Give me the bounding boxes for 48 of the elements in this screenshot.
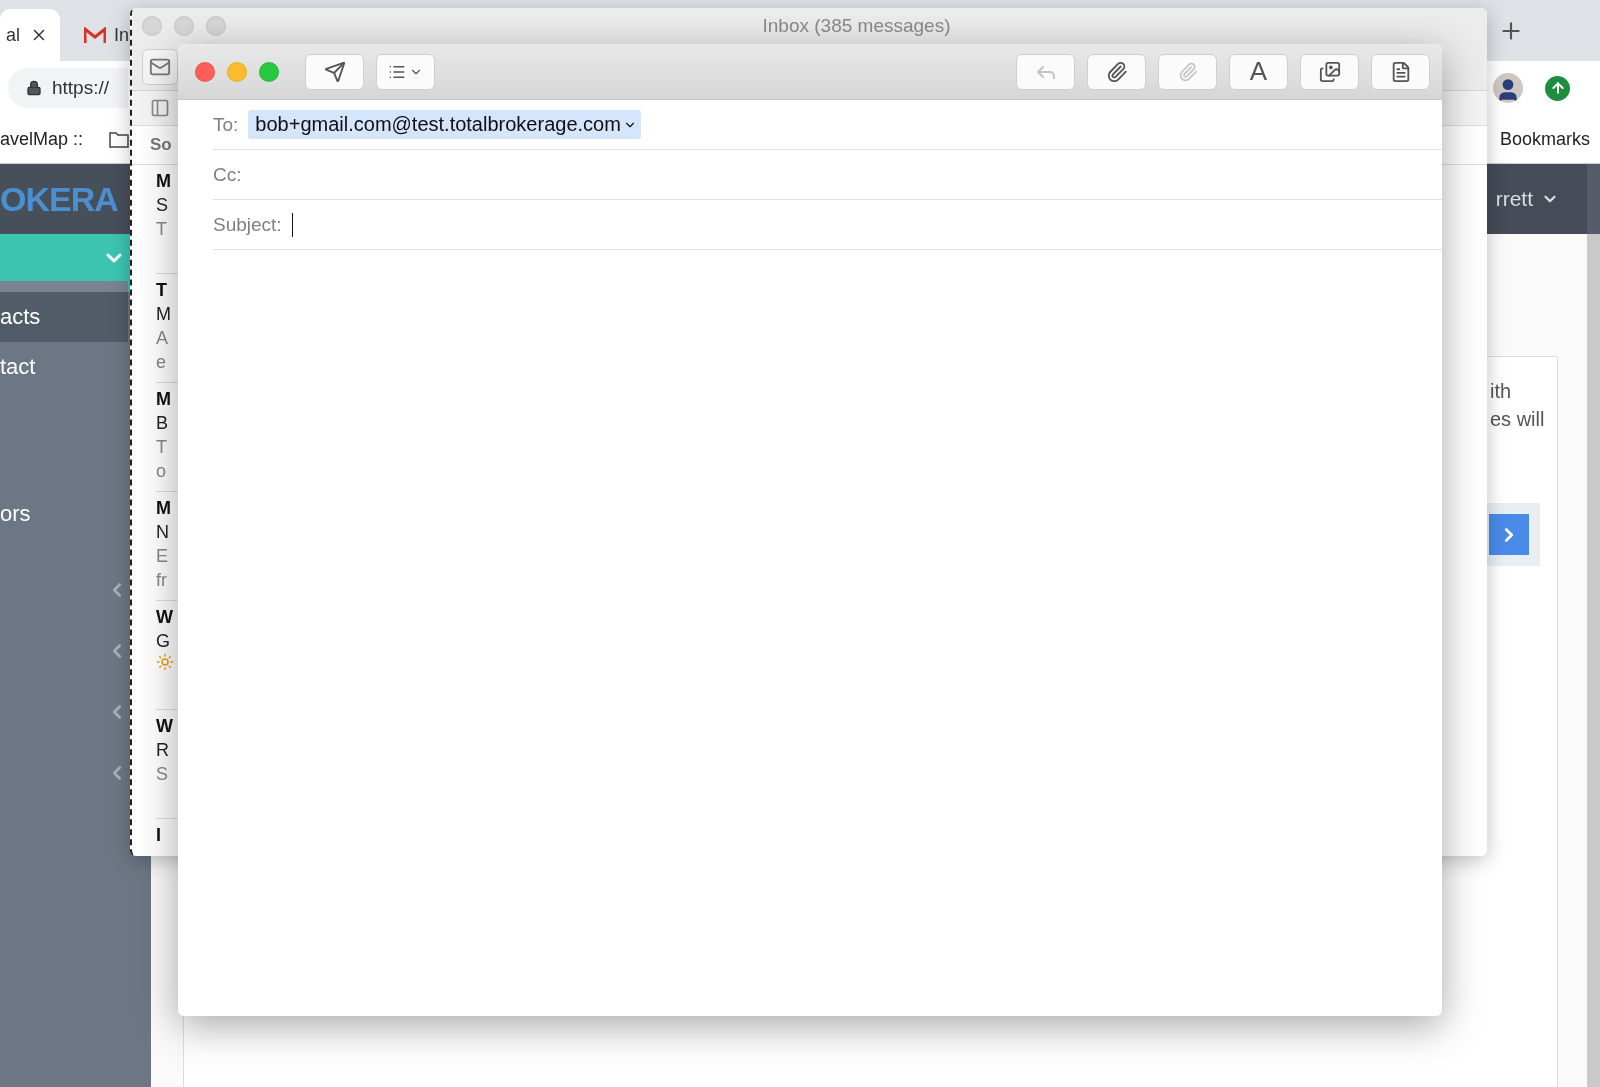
attach-button[interactable] [1087,53,1146,90]
send-button[interactable] [305,53,364,90]
update-icon[interactable] [1545,75,1570,101]
site-logo: OKERA [0,179,118,219]
sidebar-item[interactable]: acts [0,292,128,342]
get-mail-button[interactable] [142,49,178,85]
message-item[interactable]: W G [156,601,177,710]
bookmarks-folder[interactable]: Bookmarks [1499,128,1590,150]
paperclip-icon [1177,61,1198,82]
envelope-icon [149,56,171,78]
message-item[interactable]: I [156,819,177,856]
close-button[interactable] [195,61,215,82]
field-label: Subject: [213,213,282,236]
bookmark-link[interactable]: avelMap :: [0,128,84,150]
profile-avatar[interactable] [1493,73,1523,103]
sidebar-icon[interactable] [150,98,170,118]
sidebar-item[interactable]: ors [0,489,128,539]
address-field[interactable]: https:// [8,68,128,108]
field-label: Cc: [213,163,242,186]
recipient-token[interactable]: bob+gmail.com@test.totalbrokerage.com [248,110,641,139]
header-field[interactable]: Subject: [213,200,1442,250]
paper-plane-icon [323,60,346,83]
header-field[interactable]: To: bob+gmail.com@test.totalbrokerage.com [213,100,1442,150]
message-item[interactable]: T M A e [156,274,177,383]
browser-tab[interactable]: al [0,9,60,61]
photos-icon [1318,60,1341,83]
window-title: Inbox (385 messages) [761,15,952,37]
message-item[interactable]: W R S [156,710,177,819]
folder-icon[interactable] [109,130,130,148]
zoom-button[interactable] [259,61,279,82]
header-field[interactable]: Cc: [213,150,1442,200]
mail-logo-icon [84,26,106,44]
lock-icon [26,80,42,96]
text-cursor [291,212,294,237]
browser-tab[interactable]: In [84,9,129,61]
message-item[interactable]: M S T [156,165,177,274]
user-menu[interactable]: rrett [1495,187,1559,211]
next-button[interactable] [1489,514,1529,555]
field-label: To: [213,113,239,136]
photo-browser-button[interactable] [1300,53,1359,90]
message-item[interactable]: M B T o [156,383,177,492]
paperclip-icon [1105,60,1128,83]
sidebar-item[interactable]: tact [0,342,128,392]
header-fields-button[interactable] [376,53,435,90]
stationery-button[interactable] [1371,53,1430,90]
format-button[interactable]: A [1229,53,1288,90]
message-item[interactable]: M N E fr [156,492,177,601]
sort-header[interactable]: So [150,135,172,155]
